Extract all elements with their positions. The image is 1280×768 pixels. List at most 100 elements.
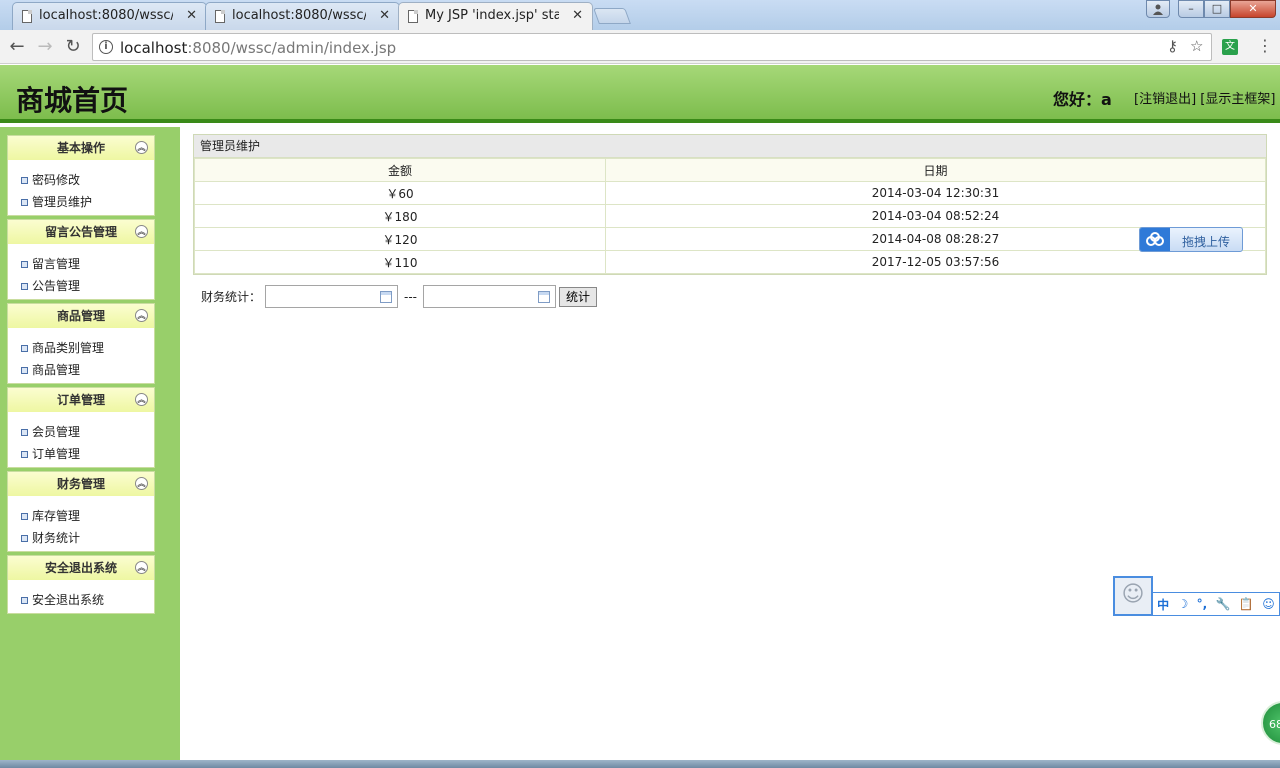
new-tab-button[interactable]: [593, 8, 631, 24]
sidebar-item-inventory[interactable]: 库存管理: [8, 505, 154, 527]
end-date-input[interactable]: [423, 285, 557, 308]
finance-stats-form: 财务统计： --- 统计: [201, 285, 598, 308]
collapse-icon[interactable]: ︽: [135, 141, 148, 154]
cell-amount: ￥120: [194, 227, 606, 251]
browser-tab-3[interactable]: My JSP 'index.jsp' start ✕: [398, 2, 593, 30]
smiley-icon[interactable]: ☺: [1262, 597, 1275, 611]
document-icon: [408, 10, 418, 23]
sidebar-item-admin-maintenance[interactable]: 管理员维护: [8, 191, 154, 213]
tab-close-icon[interactable]: ✕: [186, 3, 197, 29]
clipboard-icon[interactable]: 📋: [1239, 597, 1254, 611]
tab-title: localhost:8080/wssc/in: [232, 8, 366, 23]
calendar-icon[interactable]: [380, 290, 393, 303]
punctuation-icon[interactable]: °,: [1197, 597, 1208, 611]
menu-group-basic: 基本操作 ︽ 密码修改 管理员维护: [7, 135, 155, 216]
speed-ball-widget[interactable]: 68: [1261, 701, 1280, 745]
cell-amount: ￥180: [194, 204, 606, 228]
ime-toolbar: ☺ 中 ☽ °, 🔧 📋 ☺: [1113, 576, 1280, 616]
date-range-separator: ---: [404, 289, 418, 304]
ime-chinese-mode[interactable]: 中: [1157, 596, 1169, 613]
sidebar-item-password[interactable]: 密码修改: [8, 169, 154, 191]
logout-link[interactable]: [注销退出]: [1134, 92, 1196, 107]
start-date-input[interactable]: [265, 285, 399, 308]
translate-extension-icon[interactable]: 文: [1222, 39, 1238, 55]
ime-avatar-icon[interactable]: ☺: [1113, 576, 1153, 616]
table-row: ￥180 2014-03-04 08:52:24: [194, 204, 1266, 228]
minimize-button[interactable]: –: [1178, 0, 1204, 18]
reload-icon[interactable]: ↻: [62, 36, 84, 58]
info-icon[interactable]: i: [99, 40, 113, 54]
menu-group-header[interactable]: 留言公告管理 ︽: [8, 220, 154, 244]
tab-title: My JSP 'index.jsp' start: [425, 8, 559, 23]
collapse-icon[interactable]: ︽: [135, 561, 148, 574]
os-taskbar: [0, 760, 1280, 768]
browser-menu-icon[interactable]: ⋮: [1257, 36, 1273, 55]
sidebar-item-announcements[interactable]: 公告管理: [8, 275, 154, 297]
stats-button[interactable]: 统计: [559, 286, 598, 307]
menu-group-header[interactable]: 财务管理 ︽: [8, 472, 154, 496]
calendar-icon[interactable]: [538, 290, 551, 303]
table-row: ￥110 2017-12-05 03:57:56: [194, 250, 1266, 274]
user-greeting: 您好：a: [1053, 90, 1112, 109]
stats-label: 财务统计：: [201, 290, 262, 304]
cell-date: 2014-03-04 12:30:31: [605, 181, 1266, 205]
sidebar-item-finance-stats[interactable]: 财务统计: [8, 527, 154, 549]
forward-icon[interactable]: →: [34, 36, 56, 58]
cell-amount: ￥110: [194, 250, 606, 274]
cell-amount: ￥60: [194, 181, 606, 205]
show-main-frame-link[interactable]: [显示主框架]: [1200, 92, 1275, 107]
panel-title: 管理员维护: [194, 135, 1266, 158]
menu-group-title: 基本操作: [56, 141, 105, 155]
sidebar-item-products[interactable]: 商品管理: [8, 359, 154, 381]
tab-close-icon[interactable]: ✕: [379, 3, 390, 29]
browser-tabstrip: localhost:8080/wssc/m ✕ localhost:8080/w…: [0, 0, 1280, 30]
table-row: ￥120 2014-04-08 08:28:27: [194, 227, 1266, 251]
menu-group-title: 留言公告管理: [44, 225, 117, 239]
menu-group-title: 安全退出系统: [44, 561, 117, 575]
maximize-button[interactable]: □: [1204, 0, 1230, 18]
sidebar-item-messages[interactable]: 留言管理: [8, 253, 154, 275]
cloud-upload-icon: [1140, 228, 1170, 251]
sidebar-item-product-categories[interactable]: 商品类别管理: [8, 337, 154, 359]
window-controls: – □ ✕: [1146, 0, 1276, 18]
menu-group-header[interactable]: 订单管理 ︽: [8, 388, 154, 412]
sidebar-item-members[interactable]: 会员管理: [8, 421, 154, 443]
menu-group-header[interactable]: 安全退出系统 ︽: [8, 556, 154, 580]
browser-tab-2[interactable]: localhost:8080/wssc/in ✕: [205, 2, 400, 30]
address-bar[interactable]: i localhost:8080/wssc/admin/index.jsp ⚷ …: [92, 33, 1212, 61]
user-icon[interactable]: [1146, 0, 1170, 18]
menu-group-header[interactable]: 基本操作 ︽: [8, 136, 154, 160]
menu-group-finance: 财务管理 ︽ 库存管理 财务统计: [7, 471, 155, 552]
table-header-row: 金额 日期: [194, 158, 1266, 182]
moon-icon[interactable]: ☽: [1178, 597, 1189, 611]
menu-group-title: 商品管理: [56, 309, 105, 323]
cell-date: 2017-12-05 03:57:56: [605, 250, 1266, 274]
finance-table: 金额 日期 ￥60 2014-03-04 12:30:31 ￥180 2014-…: [194, 158, 1266, 274]
sidebar-item-orders[interactable]: 订单管理: [8, 443, 154, 465]
wrench-icon[interactable]: 🔧: [1216, 597, 1231, 611]
menu-group-title: 订单管理: [56, 393, 105, 407]
sidebar: 基本操作 ︽ 密码修改 管理员维护 留言公告管理 ︽ 留言管理 公告管理 商品管…: [0, 127, 180, 760]
collapse-icon[interactable]: ︽: [135, 225, 148, 238]
browser-tab-1[interactable]: localhost:8080/wssc/m ✕: [12, 2, 207, 30]
column-header-date: 日期: [605, 158, 1266, 182]
close-window-button[interactable]: ✕: [1230, 0, 1276, 18]
collapse-icon[interactable]: ︽: [135, 477, 148, 490]
drag-upload-widget[interactable]: 拖拽上传: [1139, 227, 1243, 252]
collapse-icon[interactable]: ︽: [135, 309, 148, 322]
menu-group-header[interactable]: 商品管理 ︽: [8, 304, 154, 328]
sidebar-item-logout[interactable]: 安全退出系统: [8, 589, 154, 611]
site-header: 商城首页 您好：a [注销退出] [显示主框架]: [0, 65, 1280, 123]
url-text: localhost:8080/wssc/admin/index.jsp: [120, 39, 397, 57]
menu-group-messages: 留言公告管理 ︽ 留言管理 公告管理: [7, 219, 155, 300]
collapse-icon[interactable]: ︽: [135, 393, 148, 406]
finance-panel: 管理员维护 金额 日期 ￥60 2014-03-04 12:30:31 ￥180…: [193, 134, 1267, 275]
bookmark-star-icon[interactable]: ☆: [1190, 37, 1203, 55]
tab-close-icon[interactable]: ✕: [572, 3, 583, 29]
column-header-amount: 金额: [194, 158, 606, 182]
menu-group-products: 商品管理 ︽ 商品类别管理 商品管理: [7, 303, 155, 384]
back-icon[interactable]: ←: [6, 36, 28, 58]
key-icon[interactable]: ⚷: [1167, 37, 1178, 55]
menu-group-orders: 订单管理 ︽ 会员管理 订单管理: [7, 387, 155, 468]
cell-date: 2014-03-04 08:52:24: [605, 204, 1266, 228]
